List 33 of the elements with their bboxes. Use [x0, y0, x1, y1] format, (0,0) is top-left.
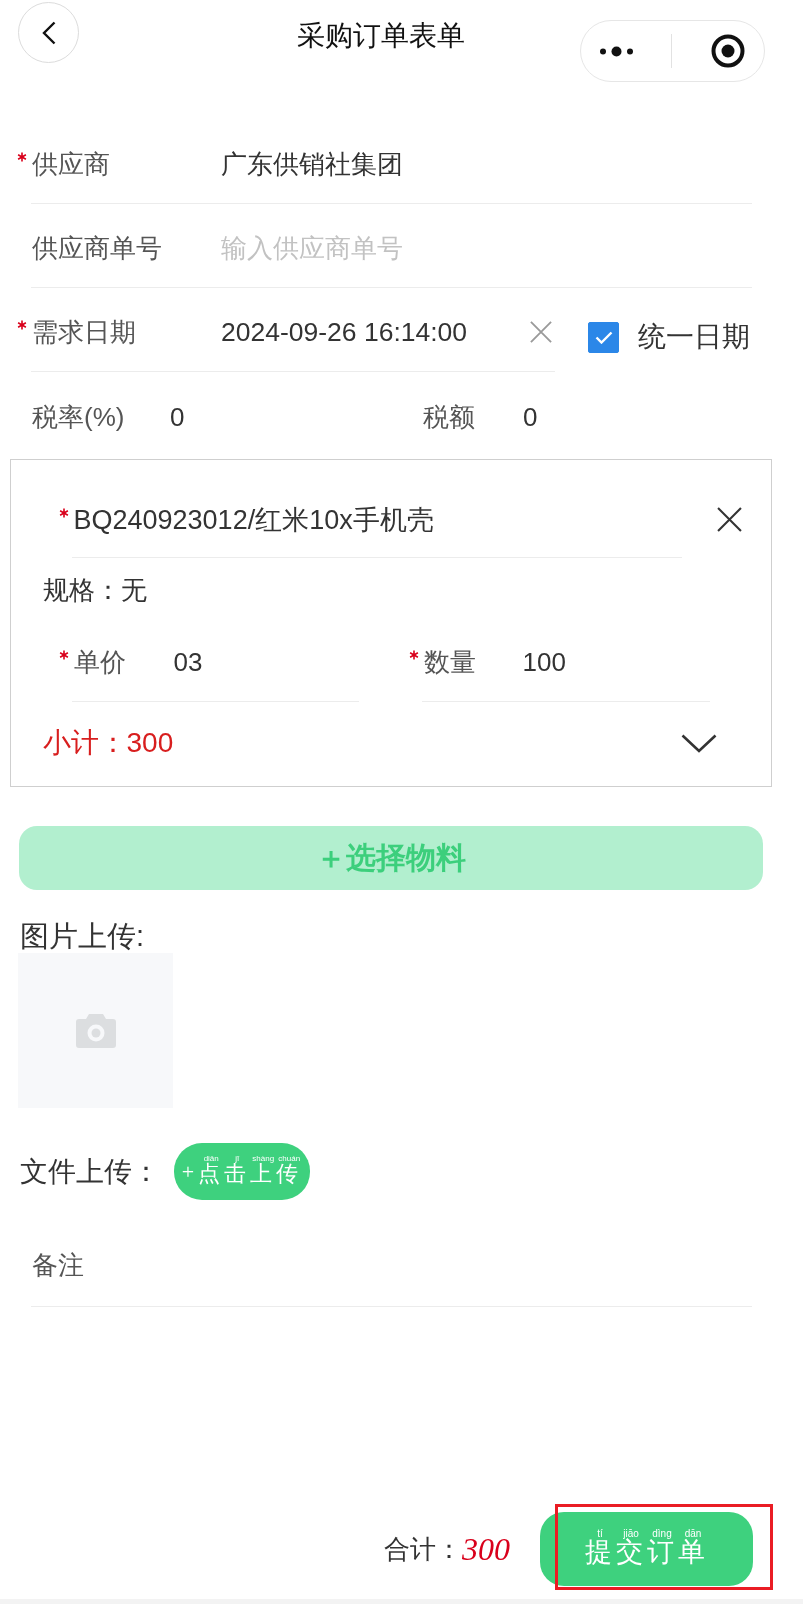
close-icon[interactable]	[716, 507, 742, 532]
text-input[interactable]: 输入供应商单号	[221, 231, 752, 265]
field-label: 单价	[73, 645, 126, 679]
field-label: 需求日期	[32, 316, 136, 349]
field-value[interactable]: 100	[522, 644, 566, 679]
more-icon[interactable]	[600, 45, 634, 57]
file-upload-label: 文件上传：	[20, 1154, 160, 1189]
remark-label: 备注	[32, 1249, 84, 1282]
item-spec: 规格：无	[42, 574, 147, 607]
chevron-left-icon	[41, 20, 56, 45]
field-label: 数量	[423, 645, 476, 679]
date-value[interactable]: 2024-09-26 16:14:00	[221, 315, 468, 349]
target-icon[interactable]	[710, 34, 745, 68]
field-label: 税率(%)	[32, 401, 125, 434]
field-label: 税额	[423, 401, 475, 434]
clear-icon[interactable]	[530, 321, 552, 343]
field-value: 0	[170, 401, 185, 434]
check-icon	[594, 330, 613, 344]
checkbox[interactable]	[588, 321, 619, 353]
field-label: 供应商	[32, 148, 110, 181]
checkbox-label: 统一日期	[638, 320, 750, 354]
field-value[interactable]: 广东供销社集团	[221, 147, 403, 181]
total-value: 300	[462, 1530, 510, 1568]
total-label: 合计：	[384, 1532, 462, 1566]
field-value: 0	[523, 401, 538, 434]
image-upload-label: 图片上传:	[20, 919, 145, 953]
field-value[interactable]: 03	[173, 644, 203, 679]
item-name: BQ240923012/红米10x手机壳	[73, 503, 434, 537]
camera-icon	[74, 1012, 117, 1049]
field-label: 供应商单号	[32, 232, 162, 265]
page-title: 采购订单表单	[297, 19, 465, 53]
chevron-down-icon[interactable]	[680, 733, 717, 753]
subtotal-text: 小计：300	[42, 726, 174, 760]
